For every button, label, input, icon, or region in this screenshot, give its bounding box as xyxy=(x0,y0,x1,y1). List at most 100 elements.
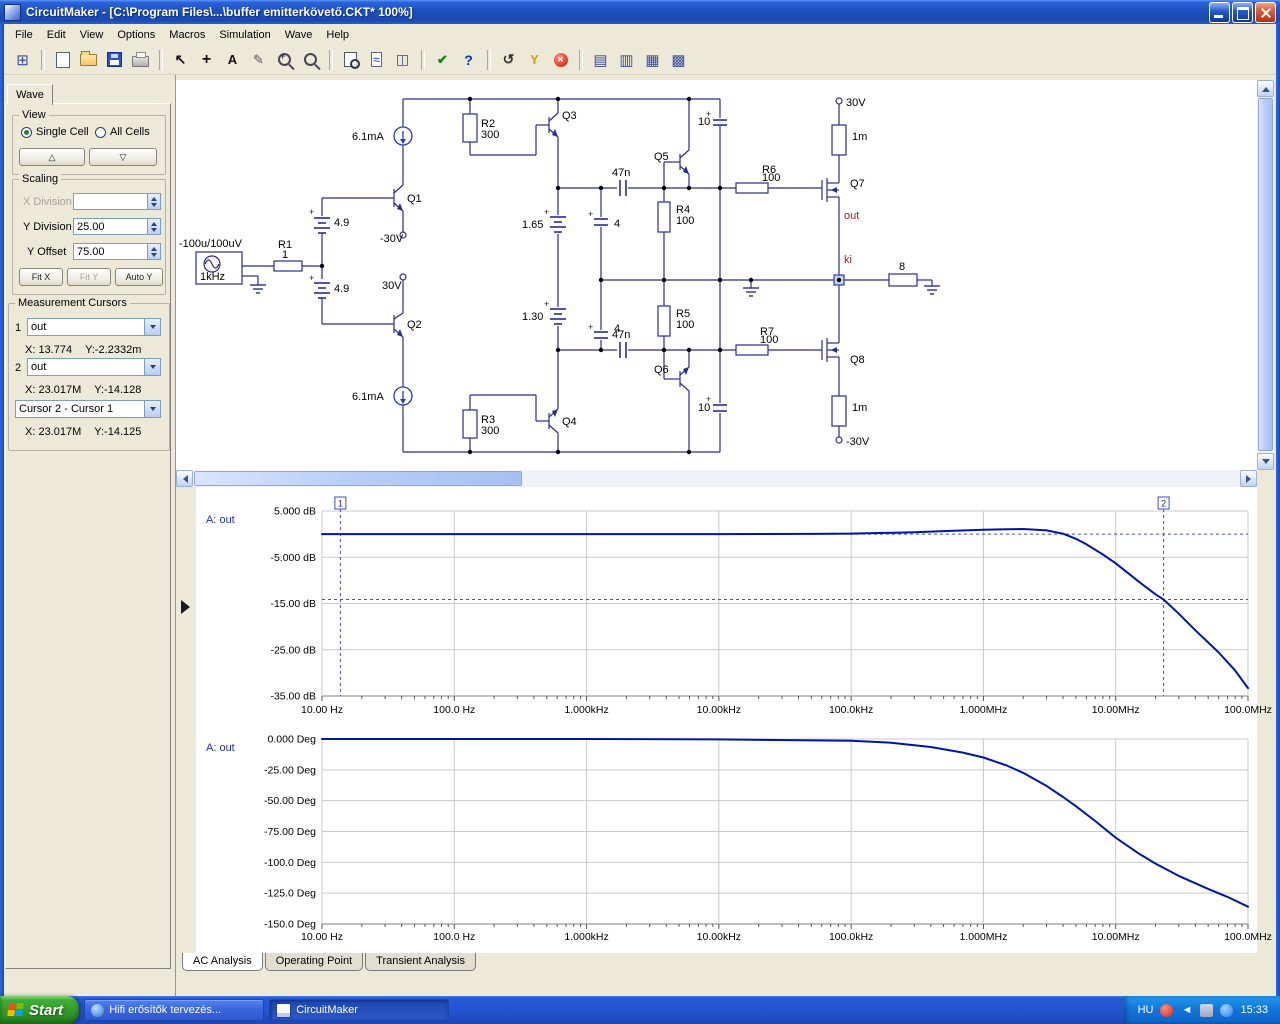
schematic-label: 47n xyxy=(612,167,630,179)
taskbar-task-0[interactable]: Hifi erősítők tervezés... xyxy=(84,999,264,1021)
all-cells-radio[interactable]: All Cells xyxy=(95,126,150,138)
scroll-left-button[interactable] xyxy=(176,470,193,487)
wave-cascade-button[interactable]: ▩ xyxy=(666,48,691,72)
toolbar-separator xyxy=(487,50,491,70)
menu-wave[interactable]: Wave xyxy=(278,26,320,44)
cursor-diff-select[interactable]: Cursor 2 - Cursor 1 xyxy=(15,400,161,418)
stop-simulation-button[interactable]: ✕ xyxy=(548,48,573,72)
fit-y-button[interactable]: Fit Y xyxy=(67,268,111,286)
wave-tab[interactable]: Wave xyxy=(7,84,53,105)
place-part-button[interactable]: + xyxy=(194,48,219,72)
menu-help[interactable]: Help xyxy=(319,26,356,44)
scroll-up-button[interactable] xyxy=(1257,80,1274,97)
plot-pane-splitter[interactable] xyxy=(181,600,190,614)
tab-operating-point[interactable]: Operating Point xyxy=(265,953,363,971)
start-button[interactable]: Start xyxy=(0,996,79,1024)
split-view-icon: ◫ xyxy=(396,51,409,68)
minimize-button[interactable] xyxy=(1209,2,1230,23)
waveform-plot-area[interactable]: 5.000 dB-5.000 dB-15.00 dB-25.00 dB-35.0… xyxy=(196,487,1257,953)
menu-simulation[interactable]: Simulation xyxy=(212,26,277,44)
schematic-vertical-scrollbar[interactable] xyxy=(1257,80,1274,470)
maximize-button[interactable] xyxy=(1232,2,1253,23)
menu-options[interactable]: Options xyxy=(110,26,162,44)
y-division-input[interactable] xyxy=(74,219,147,234)
schematic-label: -30V xyxy=(380,233,404,245)
zoom-tool-button[interactable] xyxy=(298,48,323,72)
menu-edit[interactable]: Edit xyxy=(40,26,73,44)
probe-tool-button[interactable]: Y xyxy=(522,48,547,72)
wave-down-button[interactable]: ▽ xyxy=(89,148,157,166)
split-view-button[interactable]: ◫ xyxy=(390,48,415,72)
schematic-label: 300 xyxy=(481,425,499,437)
find-doc-button[interactable] xyxy=(338,48,363,72)
check-simulation-button[interactable]: ✔ xyxy=(430,48,455,72)
cursor-flag-label: 1 xyxy=(338,499,343,509)
taskbar-task-1[interactable]: CircuitMaker xyxy=(269,999,449,1021)
parts-browser-button[interactable]: ⊞ xyxy=(10,48,35,72)
zoom-in-tool-icon xyxy=(278,53,291,66)
cursor2-signal-select[interactable]: out xyxy=(27,358,161,376)
horizontal-scroll-thumb[interactable] xyxy=(194,471,522,486)
select-arrow-button[interactable]: ↖ xyxy=(168,48,193,72)
scroll-down-button[interactable] xyxy=(1257,453,1274,470)
text-tool-button[interactable]: A xyxy=(220,48,245,72)
tab-transient-analysis[interactable]: Transient Analysis xyxy=(365,953,476,971)
x-division-input[interactable] xyxy=(74,194,147,209)
taskbar-clock[interactable]: 15:33 xyxy=(1240,1004,1268,1016)
cursor2-y-value: Y:-14.128 xyxy=(94,384,141,396)
cursor1-signal-select[interactable]: out xyxy=(27,318,161,336)
help-button[interactable]: ? xyxy=(456,48,481,72)
undo-button[interactable]: ↺ xyxy=(496,48,521,72)
cursor1-dropdown-icon[interactable] xyxy=(144,319,160,335)
cursor2-dropdown-icon[interactable] xyxy=(144,359,160,375)
tab-ac-analysis[interactable]: AC Analysis xyxy=(182,953,263,971)
x-division-spinner[interactable] xyxy=(147,194,160,209)
tray-icon-messenger[interactable] xyxy=(1220,1004,1233,1017)
toolbar-separator xyxy=(329,50,333,70)
polarity-mark: + xyxy=(309,207,314,217)
wave-single-button[interactable]: ▤ xyxy=(588,48,613,72)
schematic-label: Q4 xyxy=(562,416,577,428)
language-indicator[interactable]: HU xyxy=(1138,1004,1154,1016)
edit-tool-button[interactable]: ✎ xyxy=(246,48,271,72)
menu-macros[interactable]: Macros xyxy=(162,26,212,44)
schematic-label: 6.1mA xyxy=(352,391,384,403)
schematic-canvas[interactable]: -100u/100uV1kHzR114.94.9Q1Q2-30V30V6.1mA… xyxy=(176,80,1257,470)
schematic-label: 1.65 xyxy=(522,219,543,231)
tray-icon-device[interactable] xyxy=(1200,1004,1213,1017)
taskbar: Start Hifi erősítők tervezés...CircuitMa… xyxy=(0,996,1280,1024)
wave-overlay-button[interactable]: ▦ xyxy=(640,48,665,72)
wave-split-icon: ▥ xyxy=(619,51,633,69)
schematic-label: Q5 xyxy=(654,151,669,163)
menu-view[interactable]: View xyxy=(73,26,111,44)
schematic-horizontal-scrollbar[interactable] xyxy=(176,470,1257,487)
single-cell-radio[interactable]: Single Cell xyxy=(21,126,89,138)
y-tick-label: -25.00 dB xyxy=(270,644,316,656)
menu-file[interactable]: File xyxy=(8,26,40,44)
stop-simulation-icon: ✕ xyxy=(554,53,568,67)
schematic-label: 30V xyxy=(382,280,402,292)
x-tick-label: 100.0 Hz xyxy=(433,704,475,716)
wave-split-button[interactable]: ▥ xyxy=(614,48,639,72)
tray-icon-antivirus[interactable] xyxy=(1160,1004,1173,1017)
fit-x-button[interactable]: Fit X xyxy=(19,268,63,286)
new-file-button[interactable] xyxy=(50,48,75,72)
wave-up-button[interactable]: △ xyxy=(19,148,85,166)
schematic-label: 100 xyxy=(676,319,694,331)
save-file-button[interactable] xyxy=(102,48,127,72)
volume-icon[interactable]: ◄ xyxy=(1180,1004,1193,1017)
close-button[interactable] xyxy=(1255,2,1276,23)
vertical-scroll-thumb[interactable] xyxy=(1258,98,1273,451)
scroll-right-button[interactable] xyxy=(1240,470,1257,487)
open-file-button[interactable] xyxy=(76,48,101,72)
y-division-spinner[interactable] xyxy=(147,219,160,234)
x-tick-label: 1.000MHz xyxy=(959,704,1007,716)
y-offset-input[interactable] xyxy=(74,244,147,259)
auto-y-button[interactable]: Auto Y xyxy=(115,268,163,286)
print-button[interactable] xyxy=(128,48,153,72)
y-offset-spinner[interactable] xyxy=(147,244,160,259)
new-file-icon xyxy=(56,52,70,68)
waveform-doc-button[interactable]: ≈ xyxy=(364,48,389,72)
cursor-diff-dropdown-icon[interactable] xyxy=(144,401,160,417)
zoom-in-tool-button[interactable] xyxy=(272,48,297,72)
